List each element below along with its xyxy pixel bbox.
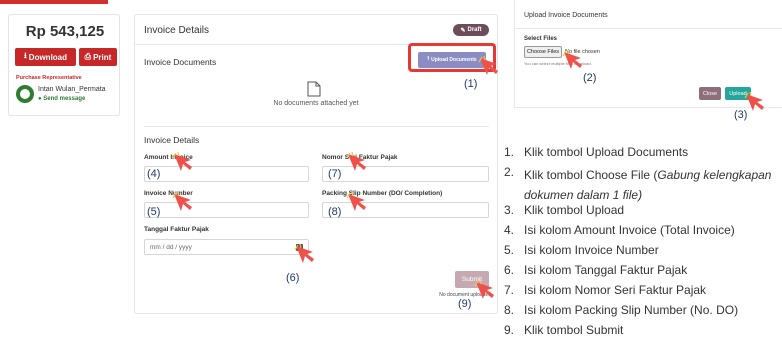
download-icon: ⭳ (23, 51, 27, 60)
step-text: Isi kolom Amount Invoice (Total Invoice) (524, 223, 735, 237)
pointer-arrow-icon (474, 280, 494, 299)
callout-6: (6) (286, 272, 300, 284)
step-number: 6. (504, 263, 515, 277)
select-files-label: Select Files (524, 36, 558, 42)
step-text: Isi kolom Packing Slip Number (No. DO) (524, 303, 739, 317)
total-price: Rp 543,125 (25, 23, 105, 40)
modal-divider (515, 28, 782, 29)
print-icon: ⎙ (84, 52, 92, 61)
step-number: 7. (504, 283, 515, 297)
draft-label: Draft (467, 27, 482, 33)
callout-5: (5) (147, 206, 161, 218)
step-text-italic: Gabung kelengkapan (657, 168, 772, 182)
pointer-arrow-icon (294, 244, 314, 263)
message-icon: ● (38, 96, 42, 102)
close-button[interactable]: Close (699, 87, 721, 100)
pointer-arrow-icon (346, 192, 366, 211)
step-text: Isi kolom Nomor Seri Faktur Pajak (524, 283, 707, 297)
summary-card: Rp 543,125 ⭳ Download ⎙ Print Purchase R… (8, 14, 120, 116)
no-documents-text: No documents attached yet (273, 100, 359, 107)
modal-title: Upload Invoice Documents (524, 12, 608, 19)
top-accent-strip (0, 0, 108, 4)
pointer-arrow-icon (744, 92, 764, 111)
callout-9: (9) (458, 298, 472, 310)
draft-badge: ✎ Draft (453, 24, 489, 36)
callout-7: (7) (328, 168, 342, 180)
callout-8: (8) (328, 206, 342, 218)
rep-name: Intan Wulan_Permata (38, 86, 106, 93)
callout-1: (1) (464, 78, 478, 90)
print-label: Print (93, 52, 112, 62)
step-text-part: Klik tombol Choose File ( (524, 168, 658, 182)
pointer-arrow-icon (346, 152, 366, 171)
document-icon (307, 81, 321, 97)
section-divider (144, 126, 489, 127)
amount-invoice-input[interactable] (144, 166, 309, 182)
step-text: Klik tombol Upload Documents (524, 145, 689, 159)
step-text: Isi kolom Tanggal Faktur Pajak (524, 263, 688, 277)
step-number: 5. (504, 243, 515, 257)
panel-title: Invoice Details (144, 25, 210, 36)
step-text: Klik tombol Submit (524, 323, 624, 337)
step-number: 1. (504, 145, 515, 159)
pointer-arrow-icon (478, 56, 498, 75)
step-text: Isi kolom Invoice Number (524, 243, 659, 257)
step-number: 9. (504, 323, 515, 337)
pointer-arrow-icon (172, 192, 192, 211)
pencil-icon: ✎ (460, 27, 466, 34)
pointer-arrow-icon (172, 152, 192, 171)
tanggal-faktur-input[interactable]: mm / dd / yyyy (144, 239, 309, 255)
callout-4: (4) (147, 168, 161, 180)
packing-slip-label: Packing Slip Number (DO/ Completion) (322, 190, 443, 197)
download-button[interactable]: ⭳ Download (15, 48, 76, 66)
date-placeholder: mm / dd / yyyy (150, 243, 192, 251)
step-text: Klik tombol Choose File (Gabung kelengka… (524, 165, 782, 205)
step-number: 2. (504, 165, 515, 179)
purchase-rep-label: Purchase Representative (16, 75, 82, 81)
step-number: 8. (504, 303, 515, 317)
choose-files-button[interactable]: Choose Files (524, 46, 562, 58)
tanggal-faktur-label: Tanggal Faktur Pajak (144, 226, 209, 233)
invoice-details-label: Invoice Details (144, 135, 200, 145)
step-text-part: dokumen dalam 1 file) (524, 188, 643, 202)
callout-2: (2) (583, 72, 597, 84)
step-number: 3. (504, 203, 515, 217)
invoice-documents-label: Invoice Documents (144, 57, 217, 67)
pointer-arrow-icon (562, 50, 582, 69)
panel-header: Invoice Details ✎ Draft (135, 15, 497, 45)
send-message-link[interactable]: ● Send message (38, 96, 85, 102)
download-label: Download (28, 52, 68, 62)
invoice-number-input[interactable] (144, 202, 309, 218)
send-message-label: Send message (43, 96, 86, 102)
avatar (16, 85, 34, 103)
step-number: 4. (504, 223, 515, 237)
step-text: Klik tombol Upload (524, 203, 625, 217)
print-button[interactable]: ⎙ Print (79, 48, 117, 66)
